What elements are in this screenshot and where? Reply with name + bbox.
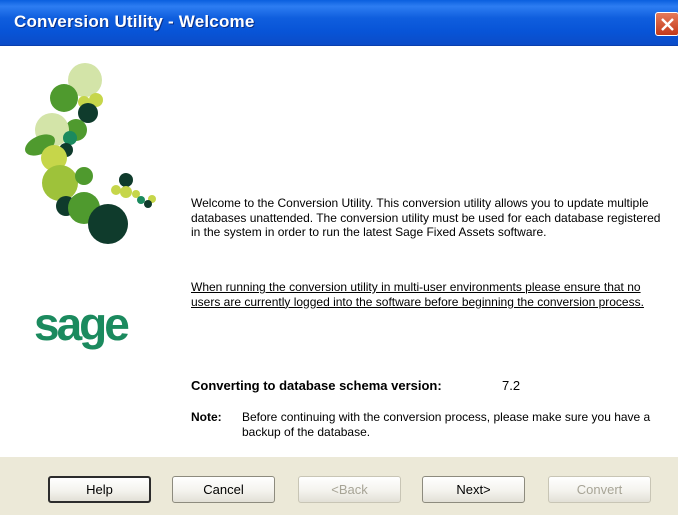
title-bar[interactable]: Conversion Utility - Welcome	[0, 0, 678, 46]
help-button[interactable]: Help	[48, 476, 151, 503]
conversion-utility-window: Conversion Utility - Welcome sage Welcom…	[0, 0, 678, 515]
back-button[interactable]: <Back	[298, 476, 401, 503]
convert-button[interactable]: Convert	[548, 476, 651, 503]
schema-version-row: Converting to database schema version: 7…	[191, 378, 520, 393]
schema-version-value: 7.2	[502, 378, 521, 393]
close-button[interactable]	[655, 12, 678, 36]
close-icon	[661, 18, 674, 31]
leaf-graphic-icon	[25, 63, 156, 244]
schema-label: Converting to database schema version:	[191, 378, 442, 393]
svg-text:sage: sage	[34, 300, 129, 350]
cancel-button[interactable]: Cancel	[172, 476, 275, 503]
note-label: Note:	[191, 410, 222, 424]
window-title: Conversion Utility - Welcome	[14, 12, 255, 31]
sage-logo: sage	[34, 300, 132, 350]
intro-text: Welcome to the Conversion Utility. This …	[191, 196, 661, 239]
next-button[interactable]: Next>	[422, 476, 525, 503]
note-text: Before continuing with the conversion pr…	[242, 410, 651, 439]
button-bar-divider	[0, 456, 678, 457]
multi-user-warning: When running the conversion utility in m…	[191, 280, 644, 309]
